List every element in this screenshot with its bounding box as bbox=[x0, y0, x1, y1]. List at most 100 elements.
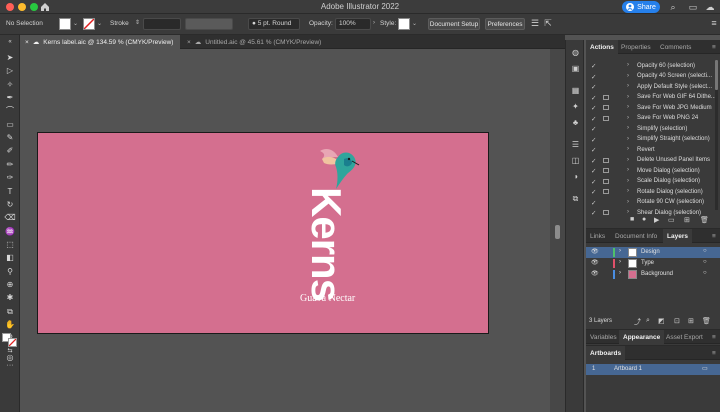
new-layer-icon[interactable]: ⊞ bbox=[688, 317, 694, 325]
expand-arrow-icon[interactable]: › bbox=[627, 209, 629, 215]
action-item[interactable]: ✓ › Apply Default Style (select... bbox=[586, 82, 714, 93]
layers-panel-menu-icon[interactable]: ≡ bbox=[708, 229, 720, 243]
expand-arrow-icon[interactable]: › bbox=[627, 199, 629, 205]
pencil-tool-icon[interactable]: ✏ bbox=[4, 160, 16, 170]
actions-scroll-thumb[interactable] bbox=[715, 60, 718, 90]
stroke-weight-input[interactable] bbox=[143, 18, 181, 30]
direct-selection-tool-icon[interactable]: ▷ bbox=[4, 66, 16, 76]
tab-untitled[interactable]: × ☁ Untitled.aic @ 45.61 % (CMYK/Preview… bbox=[182, 35, 332, 49]
brand-name[interactable]: Kerns bbox=[302, 187, 350, 301]
collapse-toolbar-icon[interactable]: « bbox=[4, 37, 16, 47]
action-item[interactable]: ✓ › Opacity 40 Screen (selecti... bbox=[586, 72, 714, 83]
tab-actions[interactable]: Actions bbox=[586, 40, 618, 54]
gradient-icon[interactable]: ◫ bbox=[570, 156, 581, 166]
image-trace-icon[interactable]: ▣ bbox=[570, 64, 581, 74]
opacity-input[interactable]: 100% bbox=[335, 18, 371, 30]
check-icon[interactable]: ✓ bbox=[591, 188, 596, 196]
stroke-panel-icon[interactable]: ☰ bbox=[570, 140, 581, 150]
arrange-icon[interactable]: ⇱ bbox=[543, 18, 553, 28]
check-icon[interactable]: ✓ bbox=[591, 178, 596, 186]
color-guide-icon[interactable]: ◍ bbox=[570, 48, 581, 58]
layer-row-type[interactable]: 👁 › Type ○ bbox=[586, 258, 720, 269]
expand-arrow-icon[interactable]: › bbox=[627, 62, 629, 68]
graphic-style-dropdown-icon[interactable]: ⌄ bbox=[412, 20, 417, 27]
fill-dropdown-icon[interactable]: ⌄ bbox=[73, 20, 78, 27]
product-subtitle[interactable]: Guava Nectar bbox=[300, 293, 355, 304]
dialog-toggle-icon[interactable] bbox=[603, 157, 609, 163]
check-icon[interactable]: ✓ bbox=[591, 83, 596, 91]
action-item[interactable]: ✓ › Rotate Dialog (selection) bbox=[586, 187, 714, 198]
layer-name[interactable]: Type bbox=[641, 260, 654, 266]
dialog-toggle-icon[interactable] bbox=[603, 189, 609, 194]
layer-row-design[interactable]: 👁 › Design ○ bbox=[586, 247, 720, 258]
eraser-tool-icon[interactable]: ⌫ bbox=[4, 213, 16, 223]
graphic-style-swatch[interactable] bbox=[398, 18, 410, 30]
cloud-icon[interactable]: ☁ bbox=[705, 2, 715, 12]
visibility-eye-icon[interactable]: 👁 bbox=[591, 259, 599, 266]
expand-layer-icon[interactable]: › bbox=[619, 248, 621, 254]
more-tools-icon[interactable]: ··· bbox=[4, 361, 16, 371]
actions-scrollbar[interactable] bbox=[715, 60, 718, 210]
action-item[interactable]: ✓ › Revert bbox=[586, 145, 714, 156]
hummingbird-logo-icon[interactable] bbox=[318, 145, 360, 191]
opacity-dropdown-icon[interactable]: › bbox=[373, 20, 375, 26]
swatches-icon[interactable]: ▦ bbox=[570, 86, 581, 96]
tab-properties[interactable]: Properties bbox=[617, 40, 655, 54]
tab-kerns-label[interactable]: × ☁ Kerns label.aic @ 134.59 % (CMYK/Pre… bbox=[20, 35, 180, 49]
expand-arrow-icon[interactable]: › bbox=[627, 167, 629, 173]
dialog-toggle-icon[interactable] bbox=[603, 210, 609, 215]
new-sublayer-icon[interactable]: ⊡ bbox=[674, 317, 680, 325]
search-icon[interactable]: ⌕ bbox=[668, 2, 678, 12]
target-circle-icon[interactable]: ○ bbox=[703, 270, 707, 276]
target-circle-icon[interactable]: ○ bbox=[703, 248, 707, 254]
magic-wand-tool-icon[interactable]: ✧ bbox=[4, 80, 16, 90]
layer-name[interactable]: Background bbox=[641, 271, 673, 277]
type-tool-icon[interactable]: T bbox=[4, 187, 16, 197]
shaper-tool-icon[interactable]: ✐ bbox=[4, 146, 16, 156]
rectangle-tool-icon[interactable]: ▭ bbox=[4, 120, 16, 130]
arrange-documents-icon[interactable]: ▭ bbox=[688, 2, 698, 12]
stroke-weight-stepper-icon[interactable]: ⇕ bbox=[135, 19, 140, 26]
symbols-icon[interactable]: ♣ bbox=[570, 118, 581, 128]
check-icon[interactable]: ✓ bbox=[591, 146, 596, 154]
tab-document-info[interactable]: Document Info bbox=[611, 229, 661, 243]
artboard-row[interactable]: 1 Artboard 1 ▭ bbox=[586, 364, 720, 375]
artboard[interactable]: Kerns Guava Nectar bbox=[37, 132, 489, 334]
brushes-icon[interactable]: ✦ bbox=[570, 102, 581, 112]
document-setup-button[interactable]: Document Setup bbox=[428, 18, 480, 30]
free-transform-tool-icon[interactable]: ⬚ bbox=[4, 240, 16, 250]
preferences-button[interactable]: Preferences bbox=[485, 18, 525, 30]
delete-layer-icon[interactable]: 🗑 bbox=[702, 317, 711, 325]
blob-brush-tool-icon[interactable]: ✑ bbox=[4, 173, 16, 183]
expand-arrow-icon[interactable]: › bbox=[627, 146, 629, 152]
stroke-swatch[interactable] bbox=[83, 18, 95, 30]
layer-name[interactable]: Design bbox=[641, 249, 660, 255]
artboard-options-icon[interactable]: ▭ bbox=[702, 365, 708, 372]
expand-arrow-icon[interactable]: › bbox=[627, 178, 629, 184]
align-icon[interactable]: ☰ bbox=[530, 18, 540, 28]
expand-arrow-icon[interactable]: › bbox=[627, 136, 629, 142]
expand-arrow-icon[interactable]: › bbox=[627, 115, 629, 121]
artboard-tool-icon[interactable]: ⧉ bbox=[4, 307, 16, 317]
check-icon[interactable]: ✓ bbox=[591, 125, 596, 133]
dialog-toggle-icon[interactable] bbox=[603, 168, 609, 173]
action-item[interactable]: ✓ › Simplify (selection) bbox=[586, 124, 714, 135]
rotate-tool-icon[interactable]: ↻ bbox=[4, 200, 16, 210]
expand-arrow-icon[interactable]: › bbox=[627, 188, 629, 194]
check-icon[interactable]: ✓ bbox=[591, 167, 596, 175]
expand-arrow-icon[interactable]: › bbox=[627, 94, 629, 100]
check-icon[interactable]: ✓ bbox=[591, 73, 596, 81]
paintbrush-tool-icon[interactable]: ✎ bbox=[4, 133, 16, 143]
action-item[interactable]: ✓ › Simplify Straight (selection) bbox=[586, 135, 714, 146]
action-item[interactable]: ✓ › Rotate 90 CW (selection) bbox=[586, 198, 714, 209]
visibility-eye-icon[interactable]: 👁 bbox=[591, 248, 599, 255]
actions-panel-menu-icon[interactable]: ≡ bbox=[708, 40, 720, 54]
target-circle-icon[interactable]: ○ bbox=[703, 259, 707, 265]
tab-comments[interactable]: Comments bbox=[656, 40, 695, 54]
action-item[interactable]: ✓ › Move Dialog (selection) bbox=[586, 166, 714, 177]
artboards-panel-menu-icon[interactable]: ≡ bbox=[708, 346, 720, 360]
check-icon[interactable]: ✓ bbox=[591, 115, 596, 123]
expand-arrow-icon[interactable]: › bbox=[627, 125, 629, 131]
new-action-icon[interactable]: ⊞ bbox=[684, 216, 690, 224]
control-bar-menu-icon[interactable]: ≡ bbox=[709, 18, 719, 28]
